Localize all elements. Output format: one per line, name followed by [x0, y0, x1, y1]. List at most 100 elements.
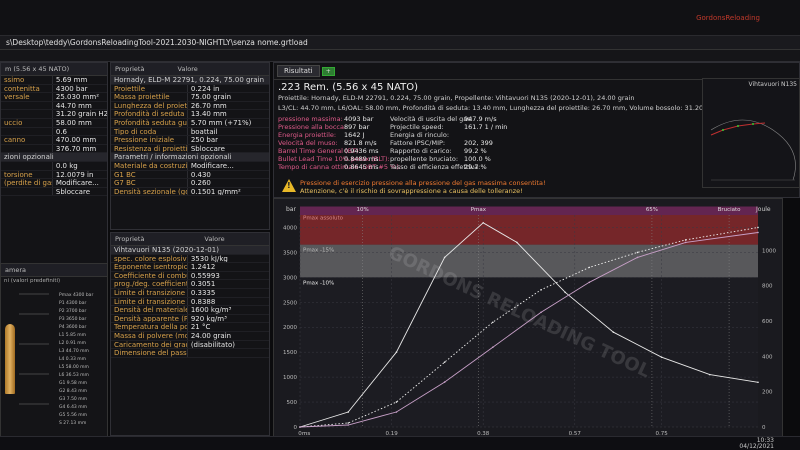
- bullet-opt-key: G7 BC: [114, 179, 136, 187]
- cartridge-row[interactable]: 0.6: [1, 127, 107, 137]
- cartridge-opt-value[interactable]: 0.0 kg: [51, 161, 107, 170]
- cartridge-value[interactable]: 5.69 mm: [51, 76, 107, 84]
- bullet-value[interactable]: 26.70 mm: [186, 101, 269, 110]
- bullet-row[interactable]: Tipo di coda boattail: [111, 127, 269, 137]
- powder-value[interactable]: 1.2412: [186, 263, 269, 271]
- powder-value[interactable]: 0.55993: [186, 271, 269, 280]
- cartridge-value[interactable]: 4300 bar: [51, 84, 107, 93]
- cartridge-row[interactable]: 31.20 grain H2O: [1, 110, 107, 119]
- y-tick-label: 1000: [283, 375, 297, 381]
- powder-value[interactable]: 920 kg/m³: [186, 314, 269, 323]
- cartridge-opt-value[interactable]: Sbloccare: [51, 187, 107, 196]
- cartridge-row[interactable]: uccio 58.00 mm: [1, 118, 107, 128]
- cartridge-row[interactable]: versale 25.030 mm²: [1, 93, 107, 102]
- bullet-opt-row[interactable]: Densità sezionale (gd) 0.1501 g/mm²: [111, 187, 269, 197]
- add-tab-button[interactable]: +: [321, 67, 335, 76]
- powder-value[interactable]: 1600 kg/m³: [186, 306, 269, 314]
- powder-value[interactable]: 3530 kJ/kg: [186, 254, 269, 263]
- bullet-opt-value[interactable]: 0.260: [186, 179, 269, 187]
- optional-section[interactable]: zioni opzionali: [1, 153, 107, 162]
- powder-value[interactable]: (disabilitato): [186, 340, 269, 349]
- svg-text:L2 0.91 mm: L2 0.91 mm: [59, 340, 86, 346]
- powder-row[interactable]: Coefficiente di combustione (Ba)0.55993: [111, 271, 269, 281]
- powder-value[interactable]: [186, 349, 269, 357]
- y-tick-label: 500: [287, 400, 298, 406]
- bullet-opt-row[interactable]: Materiale da costruzioneModificare...: [111, 161, 269, 171]
- bullet-optional-section[interactable]: Parametri / informazioni opzionali: [111, 153, 269, 162]
- cartridge-opt-row[interactable]: Sbloccare: [1, 187, 107, 197]
- y-right-axis-label: Joule: [755, 206, 771, 213]
- bullet-value[interactable]: boattail: [186, 127, 269, 136]
- cartridge-row[interactable]: contenitta 4300 bar: [1, 84, 107, 94]
- data-point: [636, 256, 639, 259]
- powder-row[interactable]: Limite di transizione (z1)0.3335: [111, 288, 269, 298]
- powder-row[interactable]: Massa di polvere (mc) 24.00 grain: [111, 331, 269, 341]
- data-point: [395, 351, 398, 353]
- cartridge-opt-row[interactable]: 0.0 kg: [1, 161, 107, 171]
- powder-row[interactable]: Densità del materiale (Pc)1600 kg/m³: [111, 306, 269, 315]
- powder-value[interactable]: 24.00 grain: [186, 331, 269, 340]
- tab-results[interactable]: Risultati: [277, 65, 320, 77]
- bullet-opt-value[interactable]: Modificare...: [186, 161, 269, 170]
- cartridge-opt-value[interactable]: Modificare...: [51, 179, 107, 187]
- powder-row[interactable]: Dimensione del passo: [111, 349, 269, 358]
- bullet-row[interactable]: Massa proiettile 75.00 grain: [111, 93, 269, 102]
- powder-title[interactable]: Vihtavuori N135 (2020-12-01): [111, 246, 269, 255]
- bullet-row[interactable]: Profondità di seduta 13.40 mm: [111, 110, 269, 119]
- cartridge-value[interactable]: 0.6: [51, 127, 107, 136]
- cartridge-row[interactable]: 44.70 mm: [1, 101, 107, 111]
- bullet-value[interactable]: 13.40 mm: [186, 110, 269, 118]
- cartridge-opt-value[interactable]: 12.0079 in: [51, 170, 107, 179]
- stat-value: 0.8489 ms: [344, 155, 379, 163]
- cartridge-value[interactable]: 376.70 mm: [51, 144, 107, 153]
- cartridge-row[interactable]: ssimo 5.69 mm: [1, 76, 107, 85]
- bullet-row[interactable]: Resistenza di proiettili Sbloccare: [111, 144, 269, 154]
- cartridge-row[interactable]: 376.70 mm: [1, 144, 107, 154]
- bullet-opt-value[interactable]: 0.430: [186, 170, 269, 179]
- data-point: [588, 281, 591, 284]
- cartridge-value[interactable]: 31.20 grain H2O: [51, 110, 107, 118]
- stat-value: 1642 J: [344, 131, 365, 139]
- cartridge-opt-key: [1, 188, 52, 196]
- stat-label: propellente bruciato:: [390, 155, 459, 163]
- bullet-row[interactable]: Profondità seduta guidata5.70 mm (+71%): [111, 118, 269, 128]
- powder-row[interactable]: Limite di transizione (z2)0.8388: [111, 297, 269, 307]
- bullet-row[interactable]: Proiettile 0.224 in: [111, 84, 269, 94]
- bullet-value[interactable]: 0.224 in: [186, 84, 269, 93]
- powder-value[interactable]: 0.3335: [186, 288, 269, 297]
- stat-label: Energia di rinculo:: [390, 131, 450, 139]
- powder-value[interactable]: 21 °C: [186, 323, 269, 331]
- cartridge-opt-row[interactable]: torsione 12.0079 in: [1, 170, 107, 180]
- cartridge-value[interactable]: 470.00 mm: [51, 136, 107, 144]
- bullet-opt-value[interactable]: 0.1501 g/mm²: [186, 187, 269, 196]
- cartridge-value[interactable]: 58.00 mm: [51, 118, 107, 127]
- bullet-value[interactable]: 75.00 grain: [186, 93, 269, 101]
- bullet-title[interactable]: Hornady, ELD-M 22791, 0.224, 75.00 grain: [111, 76, 269, 85]
- warning-body: Attenzione, c'è il rischio di sovrappres…: [300, 187, 523, 195]
- bullet-panel-header: Proprietà Valore: [111, 63, 269, 76]
- bullet-value[interactable]: 250 bar: [186, 136, 269, 144]
- cartridge-value[interactable]: 25.030 mm²: [51, 93, 107, 101]
- bullet-opt-row[interactable]: G1 BC 0.430: [111, 170, 269, 180]
- cartridge-key: uccio: [4, 118, 23, 127]
- bullet-value[interactable]: Sbloccare: [186, 144, 269, 153]
- bullet-row[interactable]: Pressione iniziale 250 bar: [111, 136, 269, 145]
- powder-row[interactable]: spec. colore esplosivo (Qex)3530 kJ/kg: [111, 254, 269, 264]
- cartridge-row[interactable]: canno 470.00 mm: [1, 136, 107, 145]
- powder-row[interactable]: Caricamento dei gradini della scala(disa…: [111, 340, 269, 350]
- y-tick-label: 0: [294, 425, 298, 431]
- powder-row[interactable]: Temperatura della polvere (t)21 °C: [111, 323, 269, 332]
- cartridge-value[interactable]: 44.70 mm: [51, 101, 107, 110]
- data-point: [708, 373, 711, 376]
- bullet-row[interactable]: Lunghezza del proiettile26.70 mm: [111, 101, 269, 111]
- powder-row[interactable]: Esponente isentropico (k)1.2412: [111, 263, 269, 272]
- powder-row[interactable]: prog./deg. coefficiente (a0)0.3051: [111, 280, 269, 289]
- bullet-value[interactable]: 5.70 mm (+71%): [186, 118, 269, 127]
- powder-value[interactable]: 0.8388: [186, 297, 269, 306]
- cartridge-opt-row[interactable]: (perdite di gas)Modificare...: [1, 179, 107, 188]
- data-point: [660, 356, 663, 358]
- powder-row[interactable]: Densità apparente (Pcd)920 kg/m³: [111, 314, 269, 324]
- bullet-key: Massa proiettile: [114, 93, 170, 101]
- bullet-opt-row[interactable]: G7 BC 0.260: [111, 179, 269, 188]
- powder-value[interactable]: 0.3051: [186, 280, 269, 288]
